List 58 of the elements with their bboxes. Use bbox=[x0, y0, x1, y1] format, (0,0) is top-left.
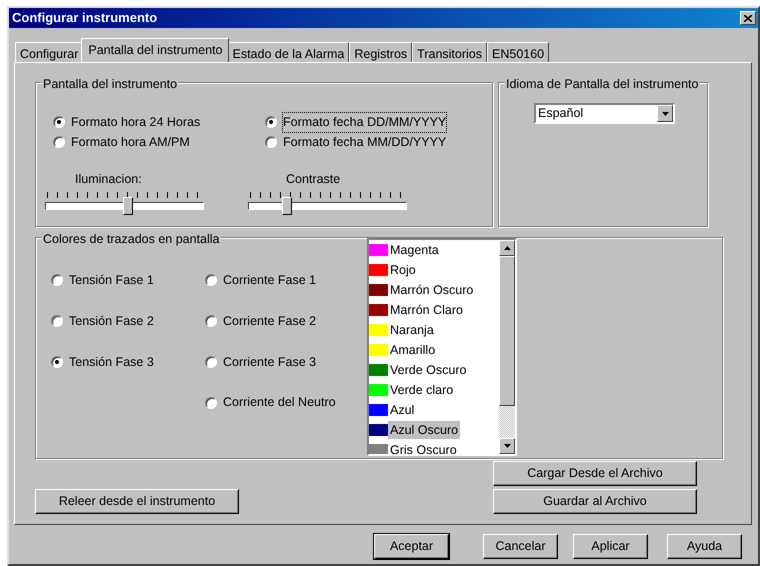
radio-label: Tensión Fase 1 bbox=[69, 272, 154, 289]
list-item[interactable]: Azul bbox=[388, 400, 416, 420]
slider-label: Iluminacion: bbox=[75, 170, 142, 188]
radio-label: Tensión Fase 2 bbox=[69, 312, 154, 330]
slider-label: Contraste bbox=[286, 170, 340, 188]
radio-button[interactable] bbox=[265, 136, 277, 148]
slider-thumb[interactable] bbox=[282, 197, 292, 216]
close-button[interactable] bbox=[740, 11, 756, 25]
list-item[interactable]: Verde Oscuro bbox=[388, 360, 468, 380]
radio-button[interactable] bbox=[205, 396, 217, 409]
scroll-down-icon bbox=[504, 444, 510, 448]
radio-button[interactable] bbox=[53, 136, 65, 148]
reload-button[interactable]: Releer desde el instrumento bbox=[35, 489, 239, 514]
radio-label: Corriente Fase 2 bbox=[223, 312, 316, 330]
radio-label: Formato hora 24 Horas bbox=[71, 114, 200, 131]
slider-thumb[interactable] bbox=[122, 197, 133, 216]
radio-button[interactable] bbox=[51, 274, 63, 286]
dropdown-arrow-icon bbox=[662, 112, 668, 116]
dialog-button[interactable]: Aplicar bbox=[573, 534, 648, 559]
dialog-button[interactable]: Ayuda bbox=[667, 534, 742, 559]
list-item[interactable]: Verde claro bbox=[388, 380, 456, 400]
list-item[interactable]: Amarillo bbox=[388, 340, 438, 360]
close-icon bbox=[744, 14, 752, 22]
tab[interactable]: Estado de la Alarma bbox=[227, 42, 350, 62]
radio-button[interactable] bbox=[51, 356, 63, 368]
radio-button[interactable] bbox=[205, 274, 217, 286]
radio-label: Tensión Fase 3 bbox=[69, 354, 154, 370]
radio-button[interactable] bbox=[205, 356, 217, 368]
radio-label: Corriente Fase 3 bbox=[223, 354, 316, 370]
radio-button[interactable] bbox=[265, 116, 277, 128]
radio-label: Formato hora AM/PM bbox=[71, 134, 190, 151]
list-item[interactable]: Azul Oscuro bbox=[388, 420, 460, 440]
radio-label: Formato fecha DD/MM/YYYY bbox=[283, 113, 446, 132]
dialog-button[interactable]: Aceptar bbox=[374, 534, 449, 559]
tab[interactable]: Pantalla del instrumento bbox=[81, 38, 230, 62]
list-item[interactable]: Rojo bbox=[388, 260, 418, 280]
list-item[interactable]: Naranja bbox=[388, 320, 436, 340]
window-title: Configurar instrumento bbox=[12, 9, 158, 28]
tab[interactable]: Transitorios bbox=[412, 42, 487, 62]
dialog-button[interactable]: Cancelar bbox=[483, 534, 558, 559]
radio-button[interactable] bbox=[53, 116, 65, 128]
list-item[interactable]: Marrón Claro bbox=[388, 300, 465, 320]
tab[interactable]: Registros bbox=[349, 42, 412, 62]
radio-button[interactable] bbox=[51, 315, 63, 328]
language-dropdown[interactable]: Español bbox=[534, 103, 675, 124]
list-item[interactable]: Gris Oscuro bbox=[388, 440, 459, 454]
scrollbar[interactable] bbox=[499, 240, 515, 454]
tab[interactable]: Configurar bbox=[15, 42, 84, 62]
radio-label: Formato fecha MM/DD/YYYY bbox=[283, 134, 446, 151]
radio-label: Corriente Fase 1 bbox=[223, 272, 316, 289]
radio-button[interactable] bbox=[205, 315, 217, 328]
file-button[interactable]: Cargar Desde el Archivo bbox=[493, 461, 697, 486]
list-item[interactable]: Marrón Oscuro bbox=[388, 280, 476, 300]
radio-label: Corriente del Neutro bbox=[223, 394, 336, 412]
list-item[interactable]: Magenta bbox=[388, 240, 441, 260]
file-button[interactable]: Guardar al Archivo bbox=[493, 489, 697, 514]
tab[interactable]: EN50160 bbox=[487, 42, 550, 62]
scroll-up-icon bbox=[504, 246, 510, 250]
